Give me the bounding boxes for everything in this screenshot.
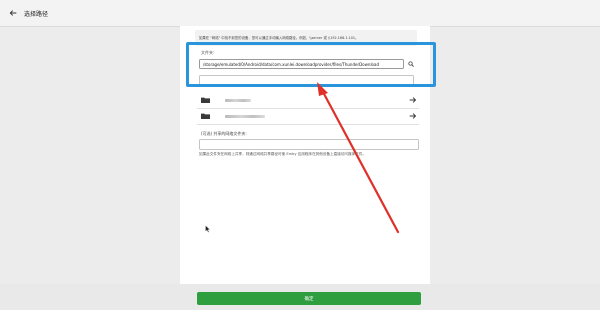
share-folder-label: (可选) 共享的网络文件夹: [201, 131, 247, 136]
directory-name-redacted [225, 98, 251, 102]
folder-label: 文件夹: [201, 50, 215, 55]
page-title: 选择路径 [24, 10, 49, 18]
directory-name-redacted [225, 114, 265, 118]
confirm-button[interactable]: 确定 [197, 292, 421, 305]
folder-path-input[interactable]: /storage/emulated/0/Android/data/com.xun… [199, 59, 404, 69]
app-bar: 选择路径 [0, 0, 600, 27]
back-button[interactable] [6, 6, 20, 20]
back-arrow-icon [9, 10, 17, 16]
arrow-right-icon [409, 97, 416, 103]
folder-icon [201, 113, 210, 119]
share-folder-input[interactable] [199, 139, 419, 150]
directory-row[interactable] [197, 92, 419, 109]
path-suggestion-field[interactable] [199, 75, 414, 85]
directory-row[interactable] [197, 108, 419, 125]
arrow-right-icon [409, 113, 416, 119]
folder-icon [201, 97, 210, 103]
network-path-hint: 如果在 "网络" 中找不到您的设备，您可以通过手动输入网络路径。例如，\\ser… [195, 30, 417, 46]
search-icon [407, 60, 414, 67]
screen: 选择路径 如果在 "网络" 中找不到您的设备，您可以通过手动输入网络路径。例如，… [0, 0, 600, 310]
search-button[interactable] [405, 58, 416, 69]
mouse-cursor-icon [205, 225, 211, 233]
share-folder-hint: 如果此文件夹在网络上共享，则通过网络共享路径可使 Emby 应用程序在其他设备上… [199, 152, 366, 156]
